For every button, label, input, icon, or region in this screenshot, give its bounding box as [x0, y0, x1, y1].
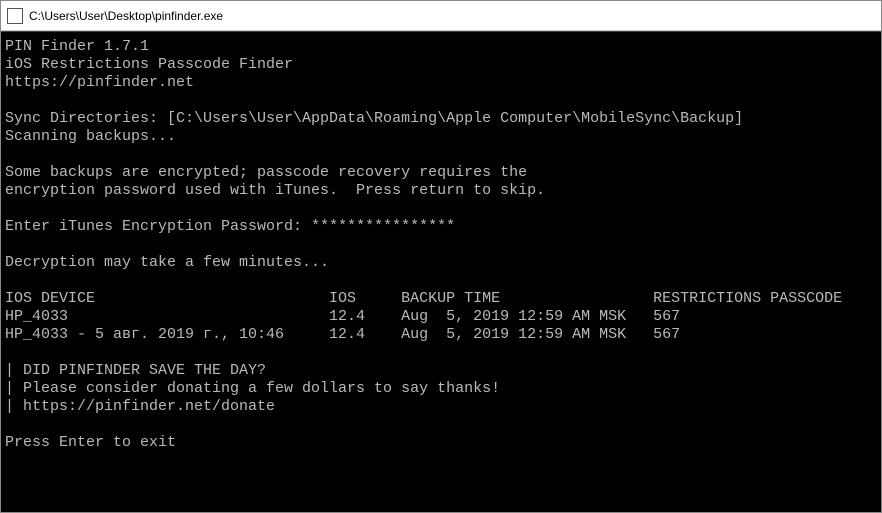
console-output[interactable]: PIN Finder 1.7.1iOS Restrictions Passcod… [1, 31, 881, 512]
app-subtitle: iOS Restrictions Passcode Finder [5, 56, 877, 74]
blank-line [5, 416, 877, 434]
decrypt-msg: Decryption may take a few minutes... [5, 254, 877, 272]
encrypted-msg-2: encryption password used with iTunes. Pr… [5, 182, 877, 200]
app-icon [7, 8, 23, 24]
blank-line [5, 146, 877, 164]
blank-line [5, 272, 877, 290]
password-prompt-label: Enter iTunes Encryption Password: [5, 218, 311, 235]
exit-prompt[interactable]: Press Enter to exit [5, 434, 877, 452]
blank-line [5, 236, 877, 254]
donate-line-3: | https://pinfinder.net/donate [5, 398, 877, 416]
table-header-row: IOS DEVICE IOS BACKUP TIME RESTRICTIONS … [5, 290, 877, 308]
app-name-line: PIN Finder 1.7.1 [5, 38, 877, 56]
window-title: C:\Users\User\Desktop\pinfinder.exe [29, 9, 223, 23]
table-row: HP_4033 12.4 Aug 5, 2019 12:59 AM MSK 56… [5, 308, 877, 326]
encrypted-msg-1: Some backups are encrypted; passcode rec… [5, 164, 877, 182]
donate-line-1: | DID PINFINDER SAVE THE DAY? [5, 362, 877, 380]
password-prompt-line[interactable]: Enter iTunes Encryption Password: ******… [5, 218, 877, 236]
blank-line [5, 344, 877, 362]
app-url: https://pinfinder.net [5, 74, 877, 92]
blank-line [5, 200, 877, 218]
window-titlebar[interactable]: C:\Users\User\Desktop\pinfinder.exe [1, 1, 881, 31]
scanning-line: Scanning backups... [5, 128, 877, 146]
blank-line [5, 92, 877, 110]
password-masked: **************** [311, 218, 455, 235]
table-row: HP_4033 - 5 авг. 2019 г., 10:46 12.4 Aug… [5, 326, 877, 344]
donate-line-2: | Please consider donating a few dollars… [5, 380, 877, 398]
sync-directories: Sync Directories: [C:\Users\User\AppData… [5, 110, 877, 128]
